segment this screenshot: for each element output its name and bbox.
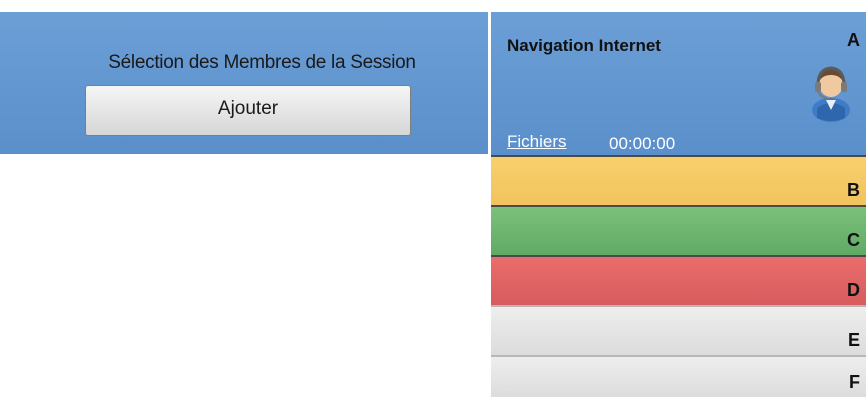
session-timer: 00:00:00 (609, 134, 676, 153)
add-member-button[interactable]: Ajouter (85, 85, 411, 136)
member-letter: D (847, 280, 860, 300)
member-row-d[interactable]: D (491, 255, 866, 305)
member-letter: F (849, 372, 860, 392)
session-members-header: Sélection des Membres de la Session Ajou… (0, 12, 488, 154)
member-activity: Navigation Internet (507, 36, 661, 55)
member-row-e[interactable]: E (491, 305, 866, 355)
member-letter: C (847, 230, 860, 250)
member-letter: B (847, 180, 860, 200)
member-letter: A (847, 30, 860, 50)
files-link[interactable]: Fichiers (507, 132, 567, 152)
member-card-a[interactable]: Navigation Internet A Fichiers 00:00:00 (491, 12, 866, 155)
member-letter: E (847, 330, 860, 350)
member-row-b[interactable]: B (491, 155, 866, 205)
session-members-title: Sélection des Membres de la Session (108, 52, 416, 73)
member-row-c[interactable]: C (491, 205, 866, 255)
user-avatar-icon (812, 66, 850, 122)
member-row-f[interactable]: F (491, 355, 866, 397)
